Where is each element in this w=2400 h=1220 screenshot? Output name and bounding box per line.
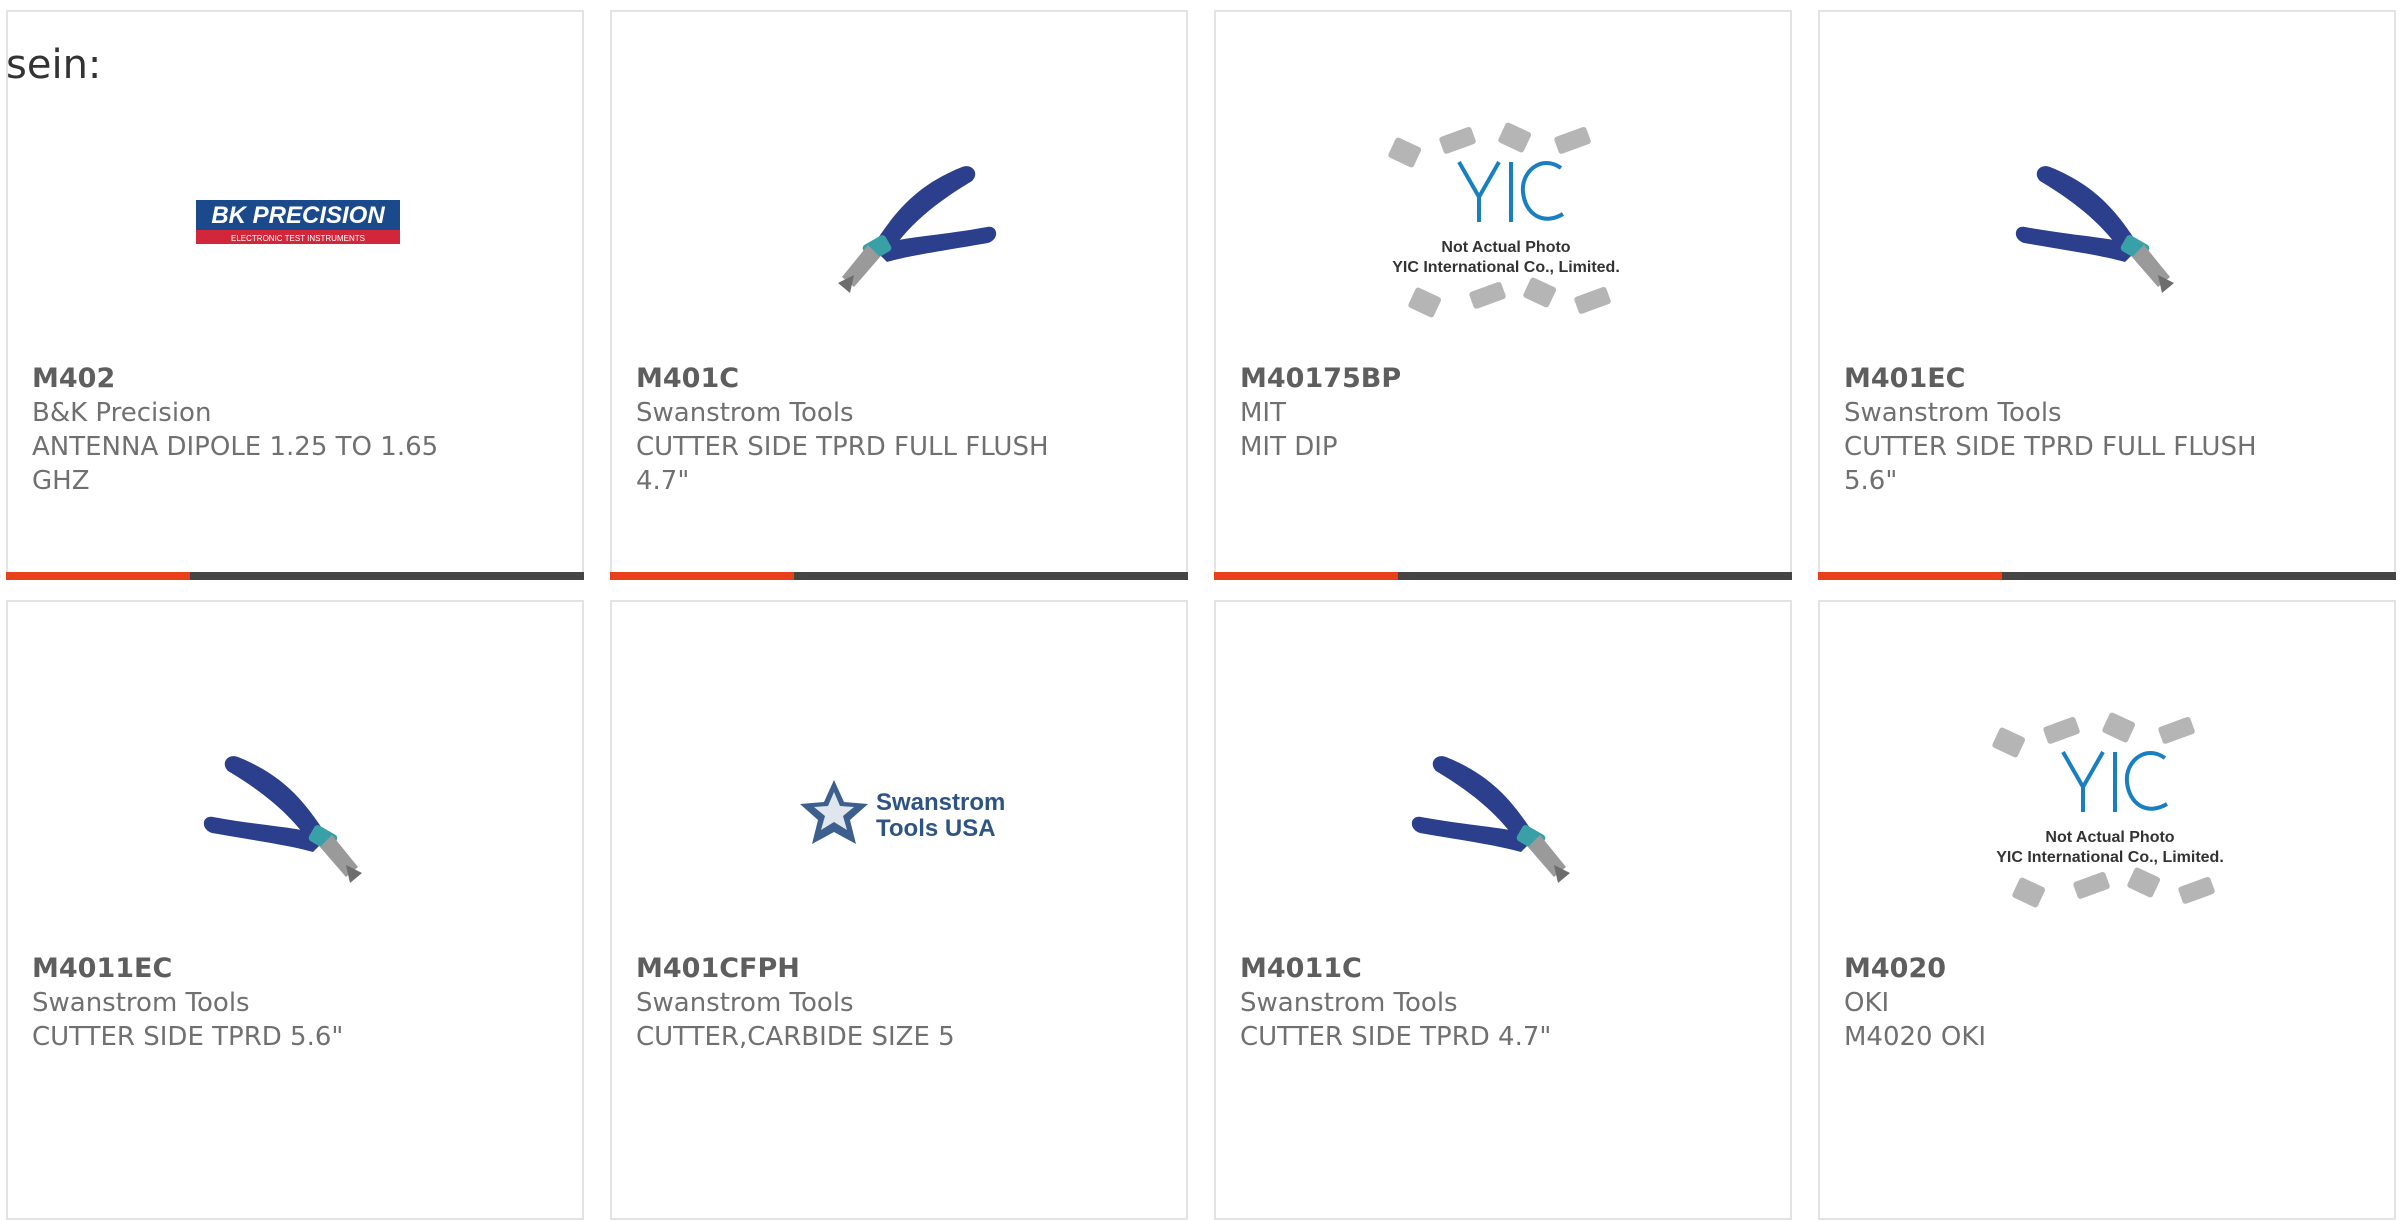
- product-description: CUTTER SIDE TPRD 5.6": [32, 1022, 344, 1052]
- card-accent-bar: [1818, 572, 2002, 580]
- part-number[interactable]: M4011C: [1240, 952, 1680, 986]
- product-description: M4020 OKI: [1844, 1022, 1987, 1052]
- product-card-m4020[interactable]: Not Actual Photo YIC International Co., …: [1818, 600, 2396, 1220]
- manufacturer-name: OKI: [1844, 988, 1890, 1018]
- product-info: M401EC Swanstrom Tools CUTTER SIDE TPRD …: [1844, 362, 2284, 498]
- yic-placeholder-icon: Not Actual Photo YIC International Co., …: [1992, 712, 2224, 908]
- bk-precision-logo: BK PRECISION ELECTRONIC TEST INSTRUMENTS: [196, 200, 400, 244]
- pliers-icon: [838, 166, 997, 293]
- card-accent-bar: [1214, 572, 1398, 580]
- product-description: ANTENNA DIPOLE 1.25 TO 1.65 GHZ: [32, 432, 439, 496]
- part-number[interactable]: M401C: [636, 362, 1076, 396]
- product-image[interactable]: [108, 682, 488, 942]
- product-image[interactable]: BK PRECISION ELECTRONIC TEST INSTRUMENTS: [108, 92, 488, 352]
- svg-text:Not Actual Photo: Not Actual Photo: [2045, 829, 2174, 846]
- product-card-m401c[interactable]: M401C Swanstrom Tools CUTTER SIDE TPRD F…: [610, 10, 1188, 580]
- product-image[interactable]: Swanstrom Tools USA: [712, 682, 1092, 942]
- manufacturer-name: Swanstrom Tools: [32, 988, 250, 1018]
- part-number[interactable]: M40175BP: [1240, 362, 1680, 396]
- manufacturer-name: Swanstrom Tools: [636, 398, 854, 428]
- product-image[interactable]: [1920, 92, 2300, 352]
- svg-text:ELECTRONIC TEST INSTRUMENTS: ELECTRONIC TEST INSTRUMENTS: [231, 234, 365, 243]
- part-number[interactable]: M401CFPH: [636, 952, 1076, 986]
- manufacturer-name: MIT: [1240, 398, 1286, 428]
- svg-text:YIC International Co., Limited: YIC International Co., Limited.: [1996, 849, 2224, 866]
- manufacturer-name: B&K Precision: [32, 398, 212, 428]
- product-info: M40175BP MIT MIT DIP: [1240, 362, 1680, 464]
- pliers-icon: [203, 756, 362, 883]
- product-card-m402[interactable]: BK PRECISION ELECTRONIC TEST INSTRUMENTS…: [6, 10, 584, 580]
- card-accent-bar: [6, 572, 190, 580]
- card-footer-bar: [6, 572, 584, 580]
- manufacturer-name: Swanstrom Tools: [1240, 988, 1458, 1018]
- card-footer-bar: [1818, 572, 2396, 580]
- product-description: CUTTER SIDE TPRD 4.7": [1240, 1022, 1552, 1052]
- svg-text:YIC International Co., Limited: YIC International Co., Limited.: [1392, 259, 1620, 276]
- card-accent-bar: [610, 572, 794, 580]
- part-number[interactable]: M401EC: [1844, 362, 2284, 396]
- product-info: M4011EC Swanstrom Tools CUTTER SIDE TPRD…: [32, 952, 472, 1054]
- manufacturer-name: Swanstrom Tools: [1844, 398, 2062, 428]
- part-number[interactable]: M4020: [1844, 952, 2284, 986]
- product-image[interactable]: Not Actual Photo YIC International Co., …: [1316, 92, 1696, 352]
- part-number[interactable]: M4011EC: [32, 952, 472, 986]
- product-description: CUTTER SIDE TPRD FULL FLUSH 5.6": [1844, 432, 2257, 496]
- product-image[interactable]: [712, 92, 1092, 352]
- product-info: M401CFPH Swanstrom Tools CUTTER,CARBIDE …: [636, 952, 1076, 1054]
- product-card-m401ec[interactable]: M401EC Swanstrom Tools CUTTER SIDE TPRD …: [1818, 10, 2396, 580]
- svg-text:Swanstrom: Swanstrom: [876, 789, 1005, 816]
- part-number[interactable]: M402: [32, 362, 472, 396]
- product-description: MIT DIP: [1240, 432, 1338, 462]
- product-description: CUTTER SIDE TPRD FULL FLUSH 4.7": [636, 432, 1049, 496]
- manufacturer-name: Swanstrom Tools: [636, 988, 854, 1018]
- card-footer-bar: [610, 572, 1188, 580]
- yic-placeholder-icon: Not Actual Photo YIC International Co., …: [1388, 122, 1620, 318]
- product-info: M4011C Swanstrom Tools CUTTER SIDE TPRD …: [1240, 952, 1680, 1054]
- pliers-icon: [1411, 756, 1570, 883]
- pliers-icon: [2015, 166, 2174, 293]
- product-info: M4020 OKI M4020 OKI: [1844, 952, 2284, 1054]
- swanstrom-logo: Swanstrom Tools USA: [800, 780, 1005, 844]
- svg-text:Tools USA: Tools USA: [876, 815, 996, 842]
- product-card-m4011c[interactable]: M4011C Swanstrom Tools CUTTER SIDE TPRD …: [1214, 600, 1792, 1220]
- card-footer-bar: [1214, 572, 1792, 580]
- product-image[interactable]: Not Actual Photo YIC International Co., …: [1920, 682, 2300, 942]
- product-image[interactable]: [1316, 682, 1696, 942]
- svg-text:BK PRECISION: BK PRECISION: [211, 202, 385, 229]
- product-card-m40175bp[interactable]: Not Actual Photo YIC International Co., …: [1214, 10, 1792, 580]
- product-info: M401C Swanstrom Tools CUTTER SIDE TPRD F…: [636, 362, 1076, 498]
- product-card-m401cfph[interactable]: Swanstrom Tools USA M401CFPH Swanstrom T…: [610, 600, 1188, 1220]
- product-info: M402 B&K Precision ANTENNA DIPOLE 1.25 T…: [32, 362, 472, 498]
- svg-text:Not Actual Photo: Not Actual Photo: [1441, 239, 1570, 256]
- product-card-m4011ec[interactable]: M4011EC Swanstrom Tools CUTTER SIDE TPRD…: [6, 600, 584, 1220]
- product-description: CUTTER,CARBIDE SIZE 5: [636, 1022, 955, 1052]
- intro-text: sein:: [6, 42, 102, 88]
